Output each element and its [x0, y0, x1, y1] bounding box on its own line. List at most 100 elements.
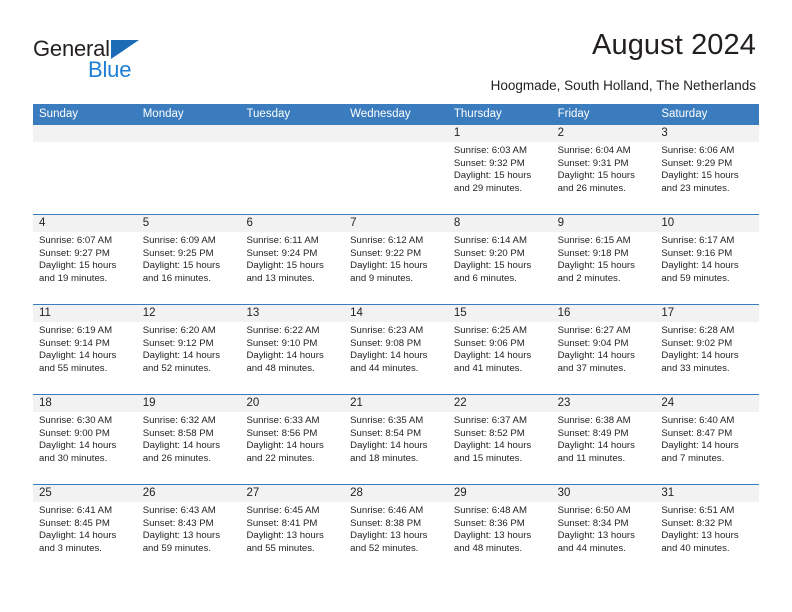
day-cell[interactable]: 13 Sunrise: 6:22 AM Sunset: 9:10 PM Dayl…: [240, 305, 345, 394]
day-cell[interactable]: 7 Sunrise: 6:12 AM Sunset: 9:22 PM Dayli…: [344, 215, 448, 304]
day-details: Sunrise: 6:06 AM Sunset: 9:29 PM Dayligh…: [655, 142, 759, 195]
day-cell[interactable]: 20 Sunrise: 6:33 AM Sunset: 8:56 PM Dayl…: [240, 395, 345, 484]
day-details: Sunrise: 6:09 AM Sunset: 9:25 PM Dayligh…: [137, 232, 241, 285]
day-cell[interactable]: 22 Sunrise: 6:37 AM Sunset: 8:52 PM Dayl…: [447, 395, 552, 484]
day-cell[interactable]: 29 Sunrise: 6:48 AM Sunset: 8:36 PM Dayl…: [447, 485, 552, 574]
day-cell[interactable]: 11 Sunrise: 6:19 AM Sunset: 9:14 PM Dayl…: [33, 305, 137, 394]
day-number: 27: [240, 485, 345, 502]
sunrise-text: Sunrise: 6:19 AM: [39, 325, 113, 336]
sunrise-text: Sunrise: 6:50 AM: [557, 505, 631, 516]
sunset-text: Sunset: 9:16 PM: [661, 247, 733, 259]
day-cell[interactable]: 28 Sunrise: 6:46 AM Sunset: 8:38 PM Dayl…: [344, 485, 448, 574]
day-cell[interactable]: 21 Sunrise: 6:35 AM Sunset: 8:54 PM Dayl…: [344, 395, 448, 484]
day-number: 21: [344, 395, 448, 412]
day-cell[interactable]: 27 Sunrise: 6:45 AM Sunset: 8:41 PM Dayl…: [240, 485, 345, 574]
daylight-text-line1: Daylight: 14 hours: [246, 350, 324, 362]
day-cell[interactable]: 3 Sunrise: 6:06 AM Sunset: 9:29 PM Dayli…: [655, 125, 760, 214]
daylight-text-line1: Daylight: 14 hours: [661, 440, 739, 452]
day-cell[interactable]: 12 Sunrise: 6:20 AM Sunset: 9:12 PM Dayl…: [136, 305, 241, 394]
day-number: 2: [551, 125, 656, 142]
day-cell[interactable]: [240, 125, 345, 214]
daylight-text-line2: and 26 minutes.: [557, 182, 626, 194]
general-blue-logo[interactable]: General Blue: [33, 36, 163, 84]
day-details: Sunrise: 6:41 AM Sunset: 8:45 PM Dayligh…: [33, 502, 137, 555]
day-cell[interactable]: 19 Sunrise: 6:32 AM Sunset: 8:58 PM Dayl…: [136, 395, 241, 484]
day-details: Sunrise: 6:11 AM Sunset: 9:24 PM Dayligh…: [240, 232, 344, 285]
day-cell[interactable]: 17 Sunrise: 6:28 AM Sunset: 9:02 PM Dayl…: [655, 305, 760, 394]
day-cell[interactable]: 16 Sunrise: 6:27 AM Sunset: 9:04 PM Dayl…: [551, 305, 656, 394]
day-cell[interactable]: 15 Sunrise: 6:25 AM Sunset: 9:06 PM Dayl…: [447, 305, 552, 394]
daylight-text-line1: Daylight: 13 hours: [142, 530, 221, 542]
day-cell[interactable]: [344, 125, 448, 214]
day-details: Sunrise: 6:04 AM Sunset: 9:31 PM Dayligh…: [552, 142, 656, 195]
daylight-text-line2: and 44 minutes.: [350, 362, 419, 374]
daylight-text-line1: Daylight: 15 hours: [557, 170, 635, 182]
day-cell[interactable]: 5 Sunrise: 6:09 AM Sunset: 9:25 PM Dayli…: [136, 215, 241, 304]
daylight-text-line1: Daylight: 14 hours: [453, 440, 532, 452]
day-cell[interactable]: 31 Sunrise: 6:51 AM Sunset: 8:32 PM Dayl…: [655, 485, 760, 574]
day-cell[interactable]: 14 Sunrise: 6:23 AM Sunset: 9:08 PM Dayl…: [344, 305, 448, 394]
day-details: Sunrise: 6:45 AM Sunset: 8:41 PM Dayligh…: [240, 502, 344, 555]
day-number: 12: [136, 305, 241, 322]
sunset-text: Sunset: 8:45 PM: [39, 517, 110, 529]
day-number: [33, 125, 137, 142]
day-cell[interactable]: 30 Sunrise: 6:50 AM Sunset: 8:34 PM Dayl…: [551, 485, 656, 574]
sunset-text: Sunset: 8:41 PM: [246, 517, 318, 529]
day-cell[interactable]: 4 Sunrise: 6:07 AM Sunset: 9:27 PM Dayli…: [33, 215, 137, 304]
day-cell[interactable]: [33, 125, 137, 214]
daylight-text-line2: and 52 minutes.: [350, 542, 419, 554]
day-cell[interactable]: 25 Sunrise: 6:41 AM Sunset: 8:45 PM Dayl…: [33, 485, 137, 574]
day-number: 4: [33, 215, 137, 232]
sunset-text: Sunset: 8:49 PM: [557, 427, 629, 439]
daylight-text-line2: and 29 minutes.: [453, 182, 523, 194]
daylight-text-line1: Daylight: 13 hours: [557, 530, 635, 542]
day-cell[interactable]: 8 Sunrise: 6:14 AM Sunset: 9:20 PM Dayli…: [447, 215, 552, 304]
sunrise-text: Sunrise: 6:27 AM: [557, 325, 631, 336]
day-details: Sunrise: 6:20 AM Sunset: 9:12 PM Dayligh…: [137, 322, 241, 375]
daylight-text-line1: Daylight: 13 hours: [453, 530, 532, 542]
day-cell[interactable]: 6 Sunrise: 6:11 AM Sunset: 9:24 PM Dayli…: [240, 215, 345, 304]
day-details: Sunrise: 6:40 AM Sunset: 8:47 PM Dayligh…: [655, 412, 759, 465]
daylight-text-line2: and 59 minutes.: [142, 542, 211, 554]
sunset-text: Sunset: 9:31 PM: [557, 157, 629, 169]
day-cell[interactable]: 23 Sunrise: 6:38 AM Sunset: 8:49 PM Dayl…: [551, 395, 656, 484]
day-number: 7: [344, 215, 448, 232]
sunset-text: Sunset: 9:12 PM: [142, 337, 214, 349]
sunset-text: Sunset: 9:14 PM: [39, 337, 110, 349]
sunset-text: Sunset: 9:06 PM: [453, 337, 525, 349]
day-number: 16: [551, 305, 656, 322]
day-cell[interactable]: 26 Sunrise: 6:43 AM Sunset: 8:43 PM Dayl…: [136, 485, 241, 574]
day-details: Sunrise: 6:28 AM Sunset: 9:02 PM Dayligh…: [655, 322, 759, 375]
sunset-text: Sunset: 8:38 PM: [350, 517, 422, 529]
week-row: 4 Sunrise: 6:07 AM Sunset: 9:27 PM Dayli…: [33, 214, 760, 304]
day-cell[interactable]: 24 Sunrise: 6:40 AM Sunset: 8:47 PM Dayl…: [655, 395, 760, 484]
day-details: Sunrise: 6:14 AM Sunset: 9:20 PM Dayligh…: [448, 232, 552, 285]
day-number: 31: [655, 485, 760, 502]
daylight-text-line1: Daylight: 14 hours: [350, 440, 428, 452]
daylight-text-line1: Daylight: 15 hours: [557, 260, 635, 272]
day-cell[interactable]: 10 Sunrise: 6:17 AM Sunset: 9:16 PM Dayl…: [655, 215, 760, 304]
day-cell[interactable]: 1 Sunrise: 6:03 AM Sunset: 9:32 PM Dayli…: [447, 125, 552, 214]
day-details: Sunrise: 6:32 AM Sunset: 8:58 PM Dayligh…: [137, 412, 241, 465]
weekday-header-tuesday: Tuesday: [246, 108, 291, 120]
day-cell[interactable]: 18 Sunrise: 6:30 AM Sunset: 9:00 PM Dayl…: [33, 395, 137, 484]
day-cell[interactable]: 2 Sunrise: 6:04 AM Sunset: 9:31 PM Dayli…: [551, 125, 656, 214]
day-cell[interactable]: [136, 125, 241, 214]
day-number: 11: [33, 305, 137, 322]
day-number: 6: [240, 215, 345, 232]
day-details: Sunrise: 6:37 AM Sunset: 8:52 PM Dayligh…: [448, 412, 552, 465]
day-number: 22: [447, 395, 552, 412]
day-cell[interactable]: 9 Sunrise: 6:15 AM Sunset: 9:18 PM Dayli…: [551, 215, 656, 304]
sunrise-text: Sunrise: 6:41 AM: [39, 505, 113, 516]
sunrise-text: Sunrise: 6:48 AM: [453, 505, 527, 516]
day-details: Sunrise: 6:19 AM Sunset: 9:14 PM Dayligh…: [33, 322, 137, 375]
daylight-text-line1: Daylight: 15 hours: [453, 170, 532, 182]
sunset-text: Sunset: 8:47 PM: [661, 427, 733, 439]
sunrise-text: Sunrise: 6:20 AM: [142, 325, 216, 336]
daylight-text-line2: and 55 minutes.: [39, 362, 108, 374]
sunset-text: Sunset: 8:52 PM: [453, 427, 525, 439]
sunrise-text: Sunrise: 6:35 AM: [350, 415, 424, 426]
daylight-text-line2: and 37 minutes.: [557, 362, 626, 374]
page-header: General Blue August 2024 Hoogmade, South…: [0, 0, 792, 104]
daylight-text-line1: Daylight: 14 hours: [661, 350, 739, 362]
